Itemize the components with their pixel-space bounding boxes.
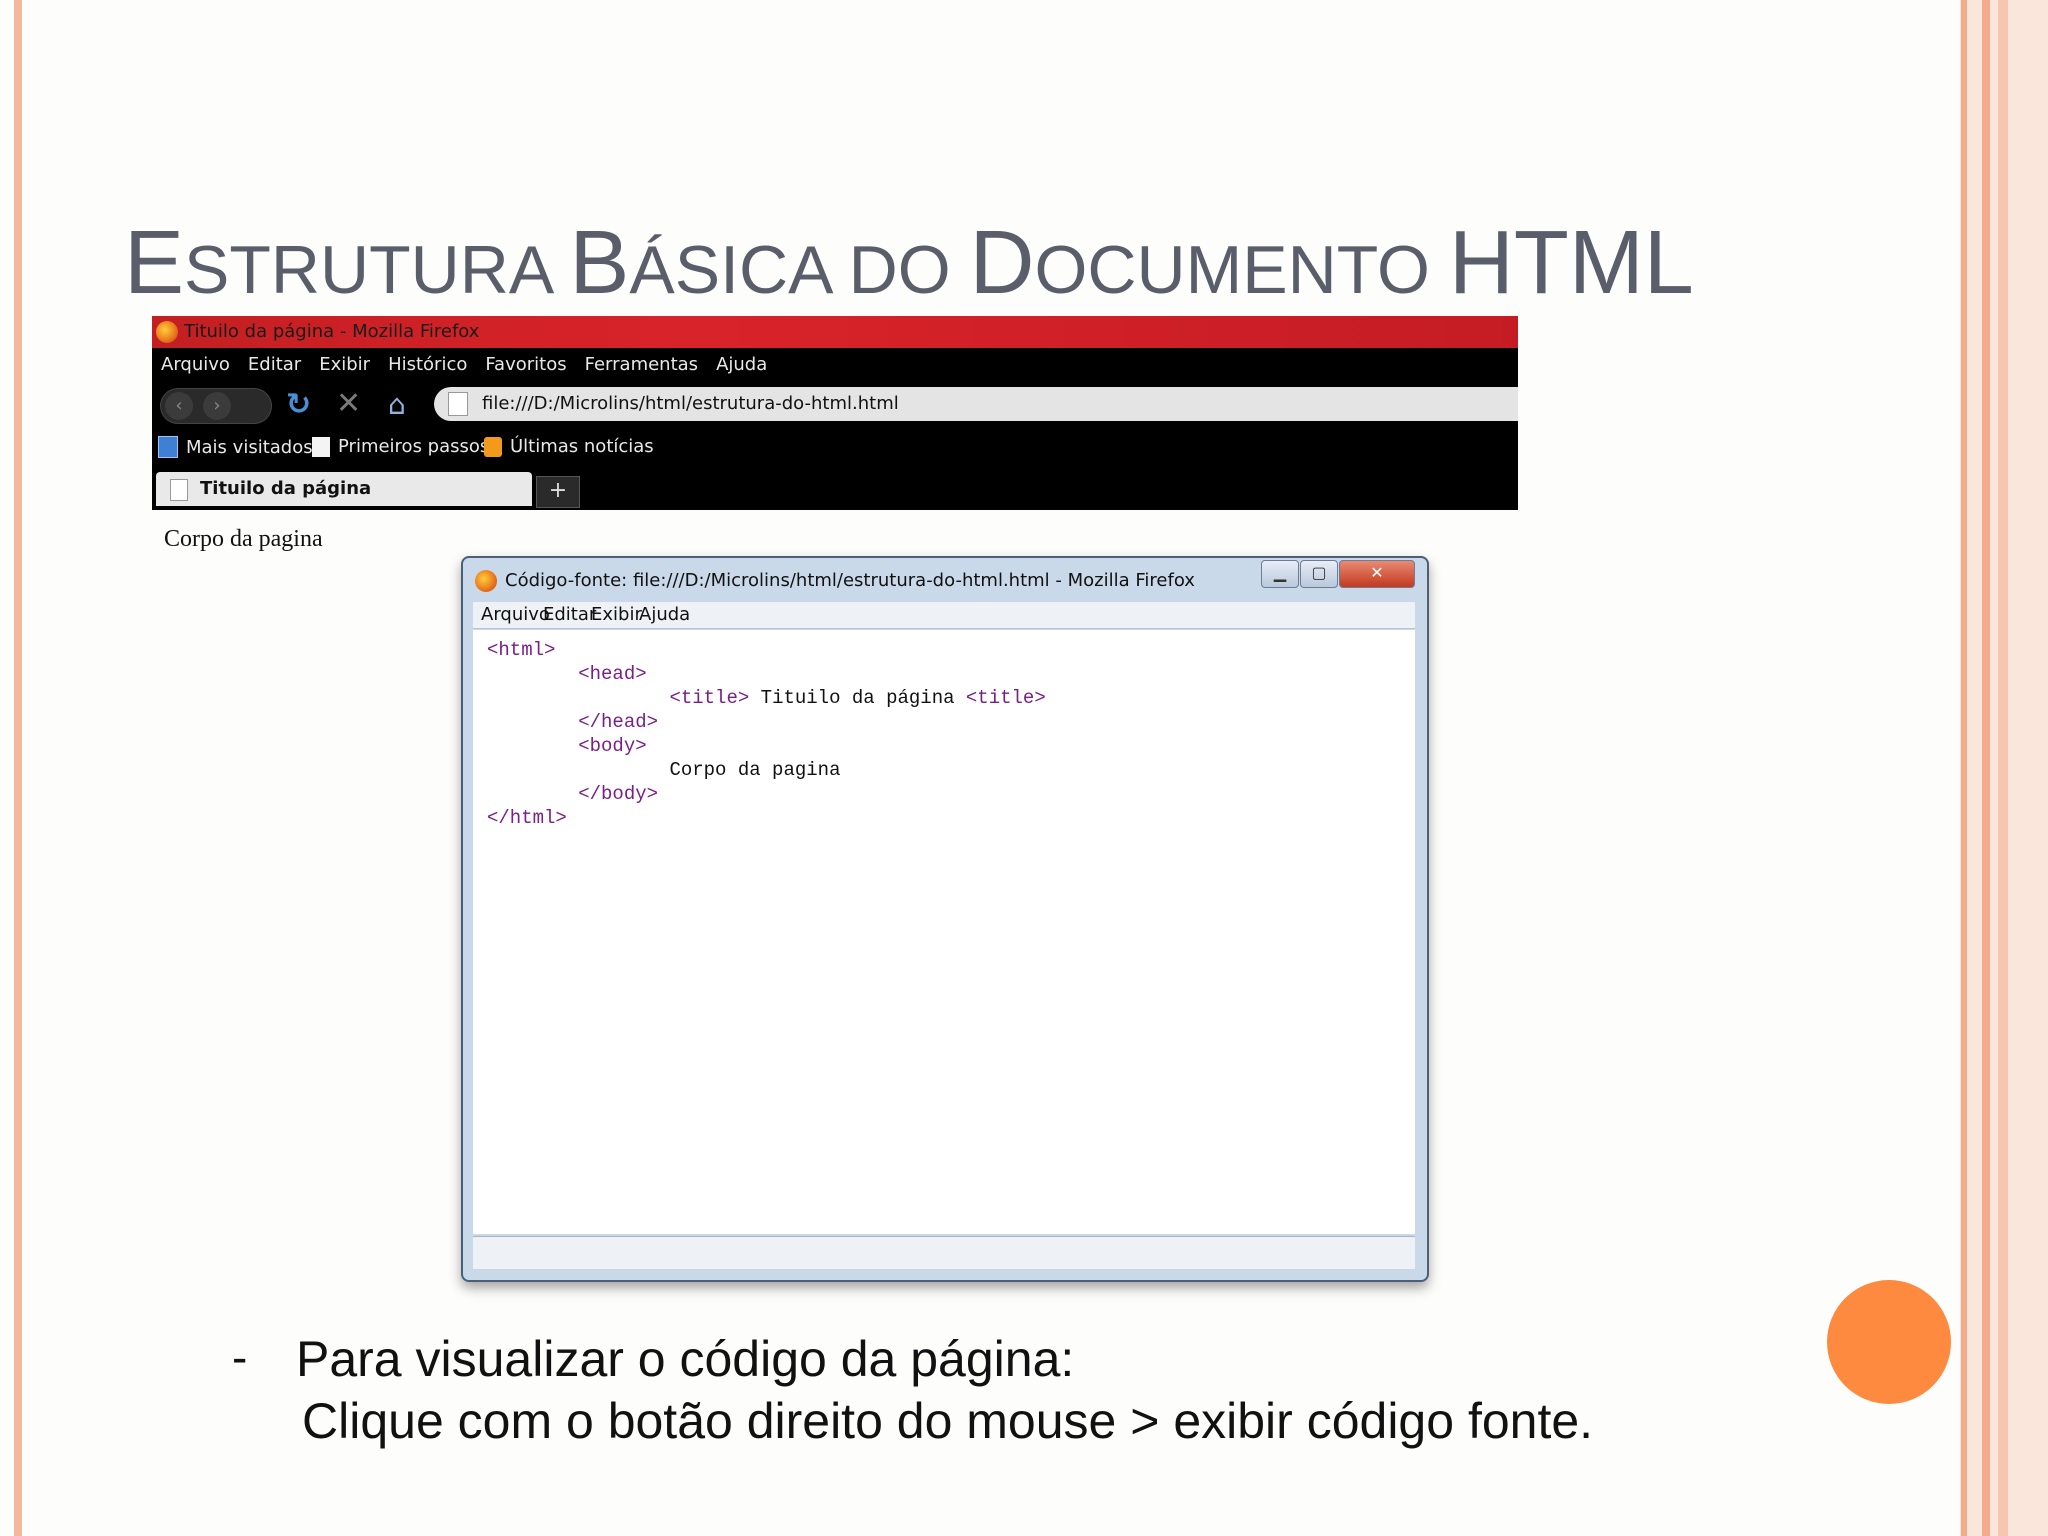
- menu-item-ajuda[interactable]: Ajuda: [639, 604, 690, 625]
- maximize-button[interactable]: ▢: [1300, 560, 1338, 588]
- firefox-logo-icon: [475, 570, 497, 592]
- address-text: file:///D:/Microlins/html/estrutura-do-h…: [482, 393, 899, 414]
- code-tag: <body>: [578, 735, 647, 757]
- bookmark-label: Mais visitados: [186, 436, 313, 458]
- home-icon[interactable]: ⌂: [388, 391, 406, 419]
- tab-label: Tituilo da página: [200, 478, 372, 499]
- right-border-line: [1998, 0, 2008, 1536]
- window-title: Código-fonte: file:///D:/Microlins/html/…: [505, 570, 1195, 591]
- menu-item-ajuda[interactable]: Ajuda: [707, 350, 776, 380]
- bullet-text: Para visualizar o código da página:: [296, 1331, 1075, 1387]
- page-body-text: Corpo da pagina: [164, 526, 323, 552]
- page-icon: [448, 392, 468, 416]
- most-visited-icon: [158, 436, 178, 458]
- bullet-subtext: Clique com o botão direito do mouse > ex…: [302, 1393, 1594, 1449]
- title-part: STRUTURA: [184, 232, 570, 308]
- window-titlebar: Tituilo da página - Mozilla Firefox: [152, 316, 1518, 348]
- code-text: Corpo da pagina: [669, 759, 841, 781]
- menu-bar: Arquivo Editar Exibir Histórico Favoritos Fer…: [152, 350, 1518, 380]
- bookmark-label: Últimas notícias: [510, 436, 654, 457]
- tab-page[interactable]: Tituilo da página: [156, 472, 532, 506]
- title-part: D: [969, 213, 1035, 313]
- right-border-line: [1982, 0, 1990, 1536]
- bookmark-label: Primeiros passos: [338, 436, 490, 457]
- right-border-line: [1961, 0, 1967, 1536]
- new-tab-button[interactable]: +: [536, 476, 580, 508]
- menu-item-editar[interactable]: Editar: [239, 350, 310, 380]
- code-tag: <html>: [487, 639, 556, 661]
- stop-icon[interactable]: ✕: [336, 389, 361, 419]
- tab-strip: Tituilo da página +: [152, 470, 1518, 510]
- menu-item-histórico[interactable]: Histórico: [379, 350, 476, 380]
- code-line: <title> Tituilo da página <title>: [487, 687, 1046, 709]
- bookmark-latest-news[interactable]: Últimas notícias: [484, 436, 654, 457]
- menu-bar: Arquivo Editar Exibir Ajuda: [473, 602, 1415, 629]
- code-tag: </html>: [487, 807, 567, 829]
- menu-item-arquivo[interactable]: Arquivo: [152, 350, 239, 380]
- firefox-window: Tituilo da página - Mozilla Firefox Arqu…: [152, 316, 1518, 510]
- back-forward-group: ‹ ›: [160, 388, 272, 424]
- reload-icon[interactable]: ↻: [286, 390, 311, 420]
- navigation-toolbar: ‹ › ↻ ✕ ⌂ file:///D:/Microlins/html/estr…: [152, 382, 1518, 428]
- view-source-window: Código-fonte: file:///D:/Microlins/html/…: [461, 556, 1429, 1282]
- menu-item-exibir[interactable]: Exibir: [591, 604, 642, 625]
- code-line: <html>: [487, 639, 555, 661]
- firefox-logo-icon: [156, 321, 178, 343]
- menu-item-ferramentas[interactable]: Ferramentas: [576, 350, 707, 380]
- page-icon: [312, 436, 330, 457]
- status-bar: [473, 1236, 1415, 1269]
- code-line: <head>: [487, 663, 647, 685]
- code-line: <body>: [487, 735, 647, 757]
- rss-icon: [484, 436, 502, 457]
- back-button[interactable]: ‹: [165, 392, 193, 420]
- left-border-stripe: [14, 0, 22, 1536]
- source-code-area[interactable]: <html> <head> <title> Tituilo da página …: [473, 630, 1415, 1234]
- title-part: E: [124, 213, 185, 313]
- bookmarks-toolbar: Mais visitados Primeiros passos Últimas …: [152, 432, 1518, 464]
- bookmark-getting-started[interactable]: Primeiros passos: [312, 436, 489, 457]
- window-title: Tituilo da página - Mozilla Firefox: [184, 321, 480, 342]
- bullet-marker: -: [232, 1331, 248, 1383]
- forward-button[interactable]: ›: [203, 392, 231, 420]
- code-tag: </body>: [578, 783, 659, 805]
- code-text: Tituilo da página: [749, 687, 966, 709]
- menu-item-favoritos[interactable]: Favoritos: [476, 350, 575, 380]
- code-tag: <title>: [669, 687, 750, 709]
- title-part: B: [569, 213, 630, 313]
- close-button[interactable]: ✕: [1339, 560, 1415, 588]
- slide-title: ESTRUTURA BÁSICA DO DOCUMENTO HTML: [124, 212, 1694, 315]
- page-icon: [170, 479, 188, 501]
- decorative-orange-circle: [1827, 1280, 1951, 1404]
- title-part: HTML: [1448, 213, 1694, 313]
- code-tag: <title>: [965, 687, 1046, 709]
- code-line: </body>: [487, 783, 658, 805]
- menu-item-exibir[interactable]: Exibir: [310, 350, 379, 380]
- menu-item-arquivo[interactable]: Arquivo: [481, 604, 550, 625]
- minimize-button[interactable]: ▁: [1261, 560, 1299, 588]
- address-bar[interactable]: file:///D:/Microlins/html/estrutura-do-h…: [434, 387, 1518, 421]
- title-part: OCUMENTO: [1034, 232, 1449, 308]
- title-part: ÁSICA DO: [629, 232, 970, 308]
- menu-item-editar[interactable]: Editar: [543, 604, 596, 625]
- code-line: Corpo da pagina: [487, 759, 840, 781]
- code-line: </head>: [487, 711, 658, 733]
- code-tag: <head>: [578, 663, 647, 685]
- code-line: </html>: [487, 807, 567, 829]
- bookmark-most-visited[interactable]: Mais visitados: [158, 436, 313, 458]
- source-code: <html> <head> <title> Tituilo da página …: [487, 638, 1046, 830]
- code-tag: </head>: [578, 711, 659, 733]
